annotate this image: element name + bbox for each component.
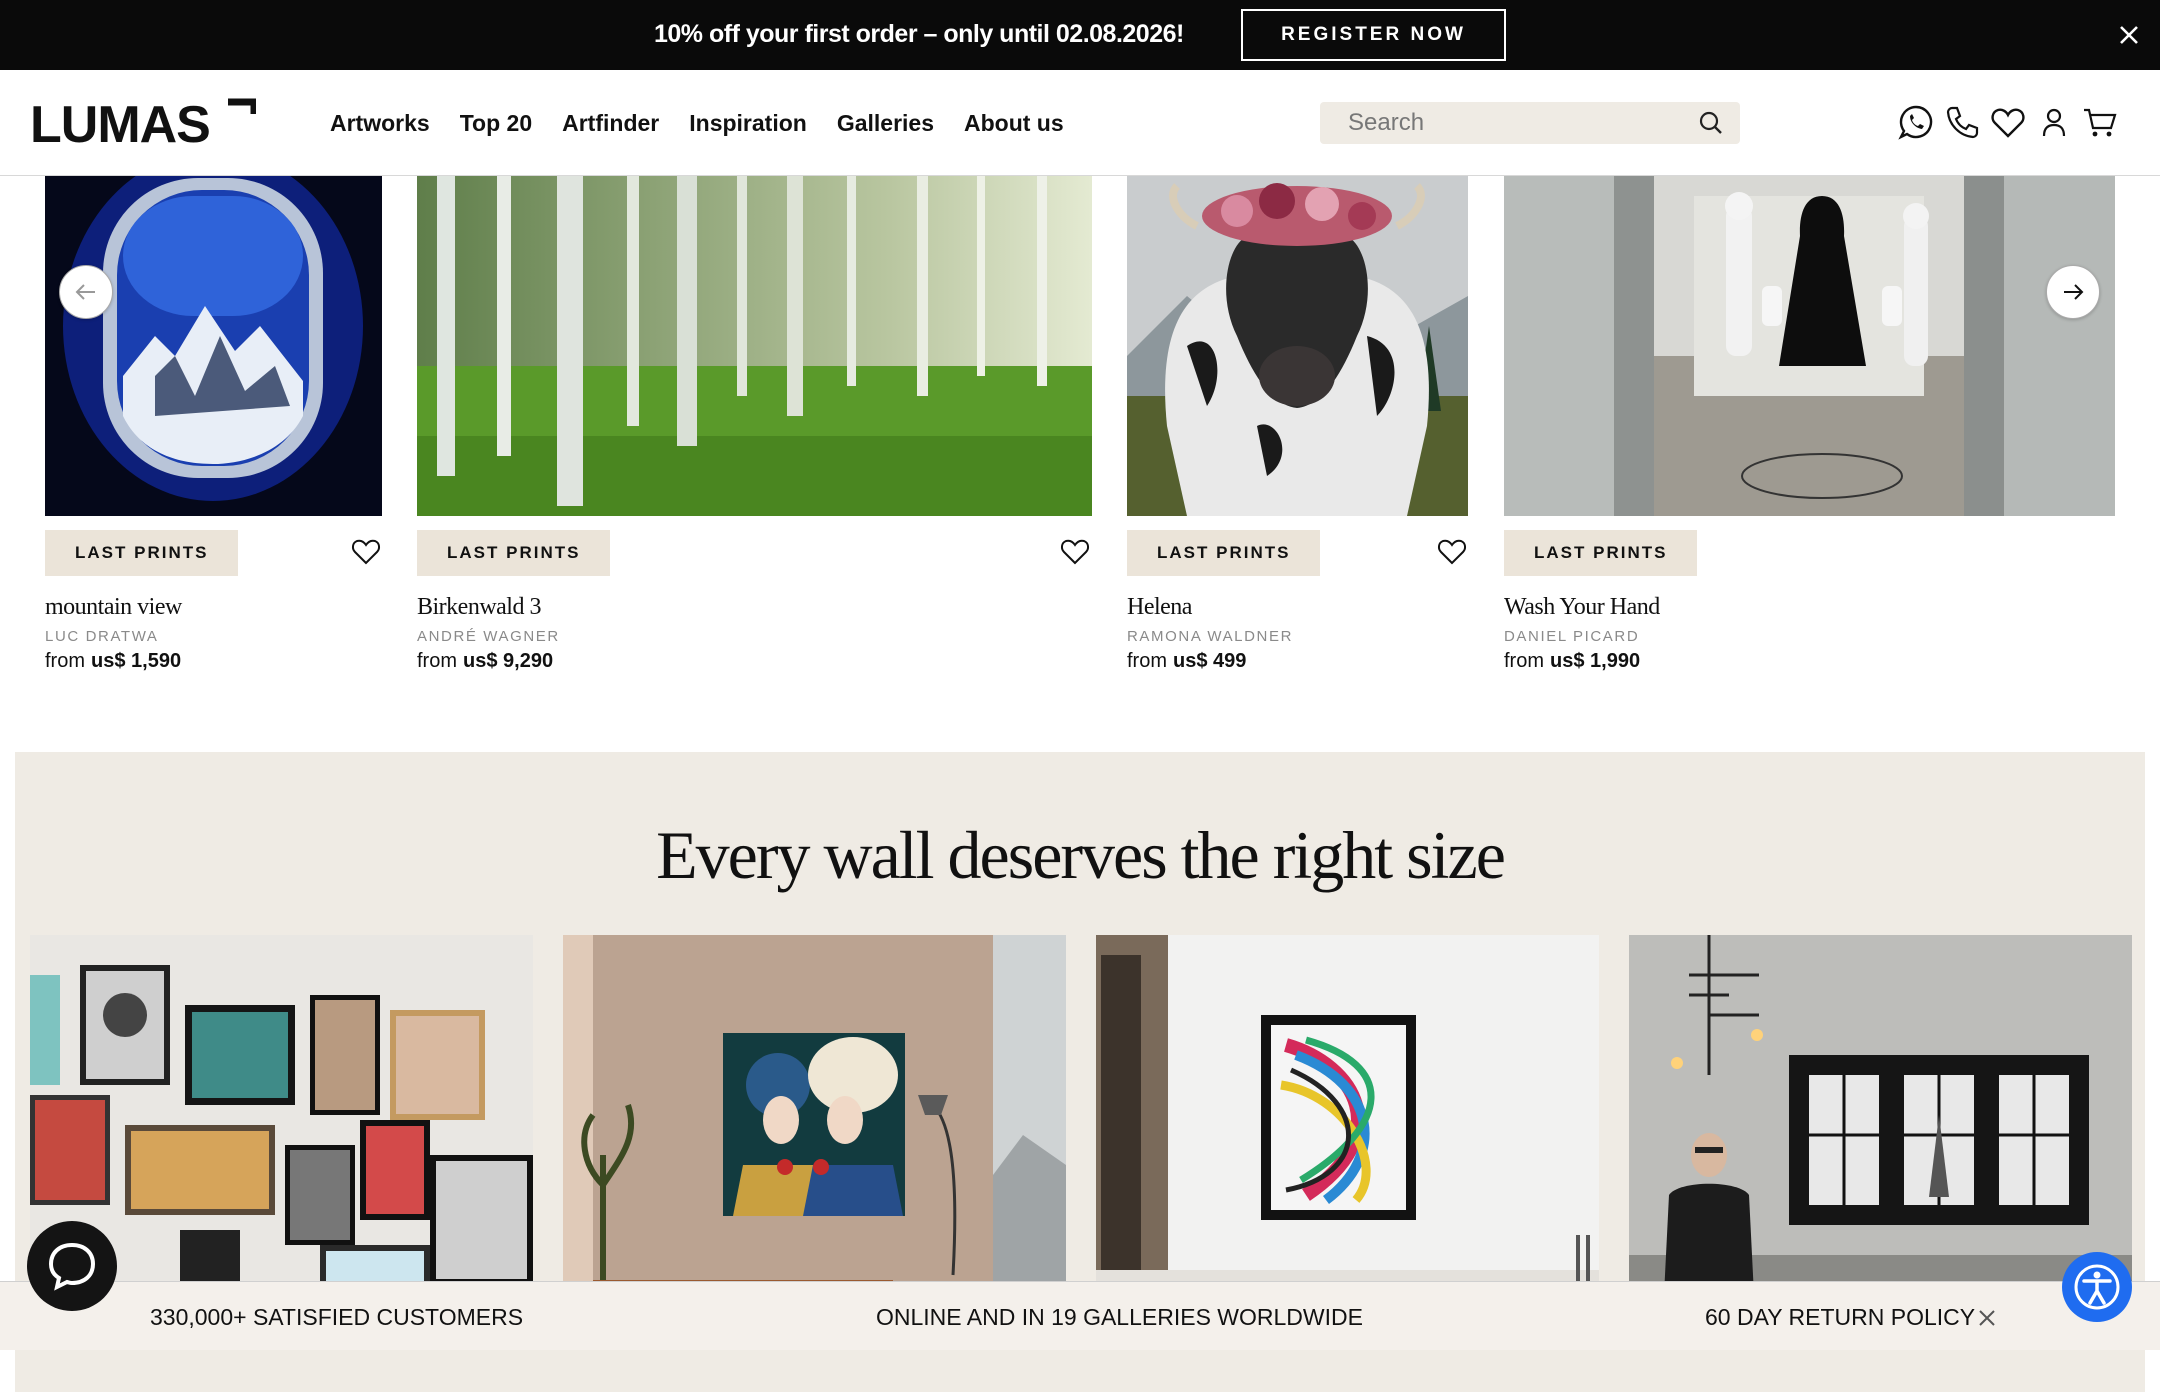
size-tile-living-room[interactable] [563,935,1066,1295]
nav-galleries[interactable]: Galleries [837,110,934,137]
cart-icon[interactable] [2082,104,2118,140]
heart-icon[interactable] [1437,536,1467,566]
artist-name[interactable]: RAMONA WALDNER [1127,628,1293,645]
search-box [1320,102,1740,144]
carousel-next-button[interactable] [2046,265,2100,319]
accessibility-button[interactable] [2062,1252,2132,1322]
artwork-image-birkenwald-3[interactable] [417,176,1092,516]
chat-bubble-icon [48,1242,96,1291]
artwork-price: from us$ 1,990 [1504,650,1640,673]
artwork-card[interactable]: LAST PRINTS mountain view LUC DRATWA fro… [45,176,382,696]
promo-text: 10% off your first order – only until 02… [654,20,1184,48]
price-prefix: from [1504,650,1544,672]
price-prefix: from [1127,650,1167,672]
trust-item-customers: 330,000+ SATISFIED CUSTOMERS [150,1304,524,1330]
size-tile-abstract-wall[interactable] [1096,935,1599,1295]
heart-icon[interactable] [1990,104,2026,140]
search-icon[interactable] [1698,110,1724,136]
heart-icon[interactable] [351,536,381,566]
header-icons [1898,104,2128,140]
arrow-left-icon [75,284,95,300]
nav-top-20[interactable]: Top 20 [460,110,532,137]
artwork-image-helena[interactable] [1127,176,1468,516]
price-prefix: from [45,650,85,672]
main-nav: Artworks Top 20 Artfinder Inspiration Ga… [330,110,1094,137]
user-icon[interactable] [2036,104,2072,140]
last-prints-badge: LAST PRINTS [1127,530,1321,576]
chat-button[interactable] [27,1221,117,1311]
close-icon[interactable] [1977,1308,1997,1328]
artwork-title[interactable]: Birkenwald 3 [417,594,541,621]
artwork-price: from us$ 1,590 [45,650,181,673]
phone-icon[interactable] [1944,104,1980,140]
trust-bar: 330,000+ SATISFIED CUSTOMERS ONLINE AND … [0,1281,2160,1350]
heart-icon[interactable] [1060,536,1090,566]
artwork-card[interactable]: LAST PRINTS Helena RAMONA WALDNER from us… [1127,176,1468,696]
price-value: us$ 1,590 [91,650,182,672]
artwork-price: from us$ 9,290 [417,650,553,673]
artwork-image-mountain-view[interactable] [45,176,382,516]
last-prints-badge: LAST PRINTS [417,530,611,576]
register-now-button[interactable]: REGISTER NOW [1241,9,1506,61]
logo-text: LUMAS [30,98,210,148]
trust-item-returns: 60 DAY RETURN POLICY [1705,1304,1976,1330]
carousel-prev-button[interactable] [59,265,113,319]
promo-bar: 10% off your first order – only until 02… [0,0,2160,70]
artwork-title[interactable]: Wash Your Hand [1504,594,1660,621]
artist-name[interactable]: ANDRÉ WAGNER [417,628,560,645]
nav-about-us[interactable]: About us [964,110,1064,137]
artwork-card[interactable]: LAST PRINTS Wash Your Hand DANIEL PICARD… [1504,176,2115,696]
close-icon[interactable] [2116,22,2142,48]
arrow-right-icon [2064,284,2084,300]
nav-inspiration[interactable]: Inspiration [689,110,807,137]
price-value: us$ 9,290 [463,650,554,672]
price-value: us$ 499 [1173,650,1247,672]
nav-artworks[interactable]: Artworks [330,110,430,137]
nav-artfinder[interactable]: Artfinder [562,110,659,137]
accessibility-icon [2074,1264,2120,1310]
artwork-image-wash-your-hand[interactable] [1504,176,2115,516]
last-prints-badge: LAST PRINTS [1504,530,1698,576]
price-prefix: from [417,650,457,672]
section-heading: Every wall deserves the right size [656,817,1506,893]
artist-name[interactable]: DANIEL PICARD [1504,628,1639,645]
trust-item-galleries: ONLINE AND IN 19 GALLERIES WORLDWIDE [876,1304,1363,1330]
price-value: us$ 1,990 [1550,650,1641,672]
artist-name[interactable]: LUC DRATWA [45,628,159,645]
lumas-logo[interactable]: LUMAS [30,98,256,148]
artwork-carousel: LAST PRINTS mountain view LUC DRATWA fro… [0,176,2160,696]
artwork-card[interactable]: LAST PRINTS Birkenwald 3 ANDRÉ WAGNER fr… [417,176,1092,696]
artwork-title[interactable]: mountain view [45,594,182,621]
last-prints-badge: LAST PRINTS [45,530,239,576]
whatsapp-icon[interactable] [1898,104,1934,140]
artwork-price: from us$ 499 [1127,650,1246,673]
site-header: LUMAS Artworks Top 20 Artfinder Inspirat… [0,70,2160,176]
artwork-title[interactable]: Helena [1127,594,1192,621]
size-tile-man-portrait[interactable] [1629,935,2132,1295]
search-input[interactable] [1320,102,1690,144]
